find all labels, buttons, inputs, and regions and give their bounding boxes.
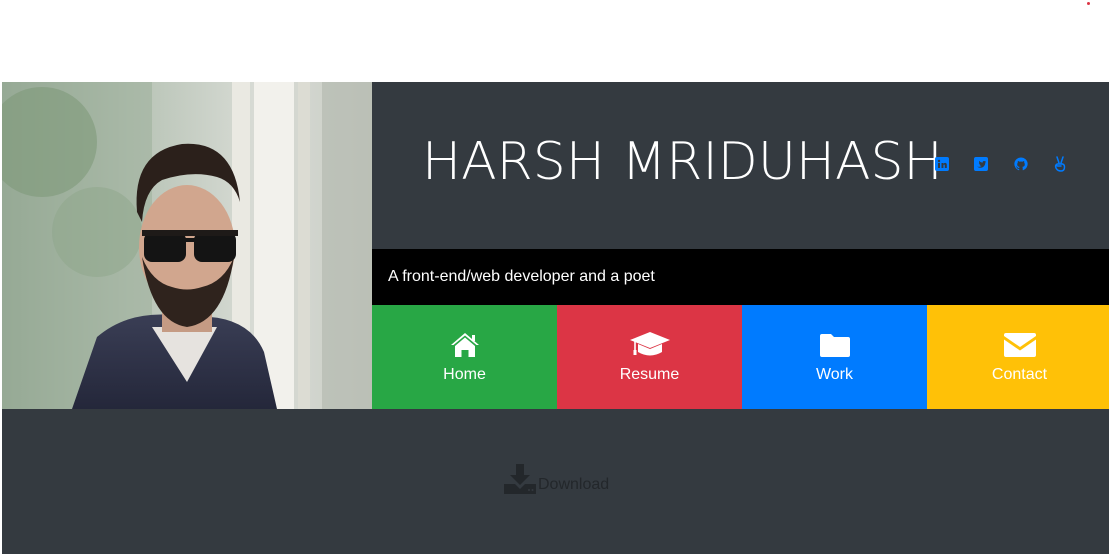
twitter-link[interactable] [973, 156, 989, 172]
tagline: A front-end/web developer and a poet [388, 268, 655, 285]
header: HARSH MRIDUHASH [372, 82, 1109, 249]
linkedin-link[interactable] [934, 156, 950, 172]
folder-icon [819, 334, 850, 357]
home-icon [450, 333, 479, 357]
angellist-icon [1054, 156, 1066, 172]
page-title: HARSH MRIDUHASH [422, 132, 943, 192]
status-dot [1087, 2, 1090, 5]
nav-work-button[interactable]: Work [742, 305, 927, 409]
nav-home-label: Home [443, 366, 486, 383]
envelope-icon [1003, 333, 1036, 357]
github-icon [1014, 157, 1028, 171]
nav-resume-button[interactable]: Resume [557, 305, 742, 409]
twitter-icon [974, 157, 988, 171]
download-label: Download [538, 476, 610, 493]
nav-home-button[interactable]: Home [372, 305, 557, 409]
download-icon [504, 464, 536, 494]
download-button[interactable]: Download [504, 462, 609, 494]
graduation-cap-icon [629, 332, 670, 356]
profile-photo [2, 82, 372, 409]
nav-contact-button[interactable]: Contact [927, 305, 1109, 409]
nav-contact-label: Contact [991, 366, 1048, 383]
linkedin-icon [935, 157, 949, 171]
nav-work-label: Work [815, 366, 854, 383]
profile-card: HARSH MRIDUHASH A front-end/web develope… [2, 82, 1109, 554]
nav-resume-label: Resume [619, 366, 680, 383]
github-link[interactable] [1013, 156, 1029, 172]
tagline-bar: A front-end/web developer and a poet [372, 249, 1109, 305]
angellist-link[interactable] [1052, 156, 1068, 172]
